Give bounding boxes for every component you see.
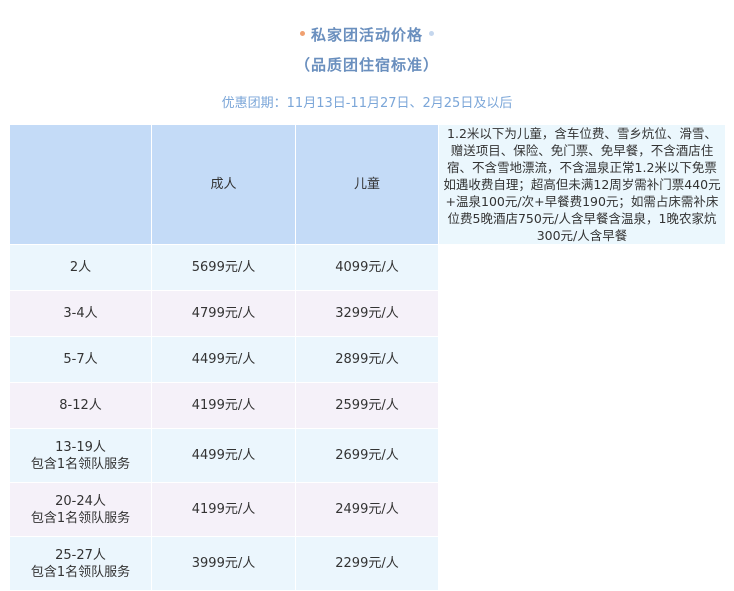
leader-service-note: 包含1名领队服务 bbox=[30, 456, 131, 472]
child-price: 2699元/人 bbox=[295, 428, 439, 483]
adult-price: 4199元/人 bbox=[151, 482, 296, 537]
table-header-row: 成人 儿童 1.2米以下为儿童，含车位费、雪乡炕位、滑雪、赠送项目、保险、免门票… bbox=[9, 124, 726, 245]
group-size: 25-27人 包含1名领队服务 bbox=[9, 536, 152, 591]
table-row: 25-27人 包含1名领队服务 3999元/人 2299元/人 bbox=[9, 536, 726, 591]
header-adult: 成人 bbox=[151, 124, 296, 245]
child-price: 3299元/人 bbox=[295, 290, 439, 337]
adult-price: 4199元/人 bbox=[151, 382, 296, 429]
adult-price: 4799元/人 bbox=[151, 290, 296, 337]
group-size: 8-12人 bbox=[9, 382, 152, 429]
table-row: 3-4人 4799元/人 3299元/人 bbox=[9, 290, 726, 337]
adult-price: 4499元/人 bbox=[151, 428, 296, 483]
child-price: 2499元/人 bbox=[295, 482, 439, 537]
page-title: 私家团活动价格 bbox=[310, 26, 423, 44]
group-size: 5-7人 bbox=[9, 336, 152, 383]
price-page: 私家团活动价格 （品质团住宿标准） 优惠团期：11月13日-11月27日、2月2… bbox=[0, 0, 734, 591]
leader-service-note: 包含1名领队服务 bbox=[30, 564, 131, 580]
dot-orange-icon bbox=[299, 31, 305, 36]
group-size: 13-19人 包含1名领队服务 bbox=[9, 428, 152, 483]
price-table: 成人 儿童 1.2米以下为儿童，含车位费、雪乡炕位、滑雪、赠送项目、保险、免门票… bbox=[9, 124, 726, 591]
table-row: 8-12人 4199元/人 2599元/人 bbox=[9, 382, 726, 429]
price-note: 1.2米以下为儿童，含车位费、雪乡炕位、滑雪、赠送项目、保险、免门票、免早餐，不… bbox=[438, 124, 726, 245]
table-row: 2人 5699元/人 4099元/人 bbox=[9, 244, 726, 291]
child-price: 4099元/人 bbox=[295, 244, 439, 291]
adult-price: 5699元/人 bbox=[151, 244, 296, 291]
group-size: 3-4人 bbox=[9, 290, 152, 337]
adult-price: 4499元/人 bbox=[151, 336, 296, 383]
adult-price: 3999元/人 bbox=[151, 536, 296, 591]
table-row: 20-24人 包含1名领队服务 4199元/人 2499元/人 bbox=[9, 482, 726, 537]
title-row: 私家团活动价格 bbox=[0, 24, 734, 45]
header-child: 儿童 bbox=[295, 124, 439, 245]
child-price: 2299元/人 bbox=[295, 536, 439, 591]
group-size: 20-24人 包含1名领队服务 bbox=[9, 482, 152, 537]
leader-service-note: 包含1名领队服务 bbox=[30, 510, 131, 526]
table-row: 13-19人 包含1名领队服务 4499元/人 2699元/人 bbox=[9, 428, 726, 483]
page-subtitle: （品质团住宿标准） bbox=[294, 56, 439, 74]
group-size: 2人 bbox=[9, 244, 152, 291]
table-row: 5-7人 4499元/人 2899元/人 bbox=[9, 336, 726, 383]
child-price: 2899元/人 bbox=[295, 336, 439, 383]
tour-period: 优惠团期：11月13日-11月27日、2月25日及以后 bbox=[221, 96, 513, 111]
header-group bbox=[9, 124, 152, 245]
dot-blue-icon bbox=[429, 31, 434, 36]
child-price: 2599元/人 bbox=[295, 382, 439, 429]
